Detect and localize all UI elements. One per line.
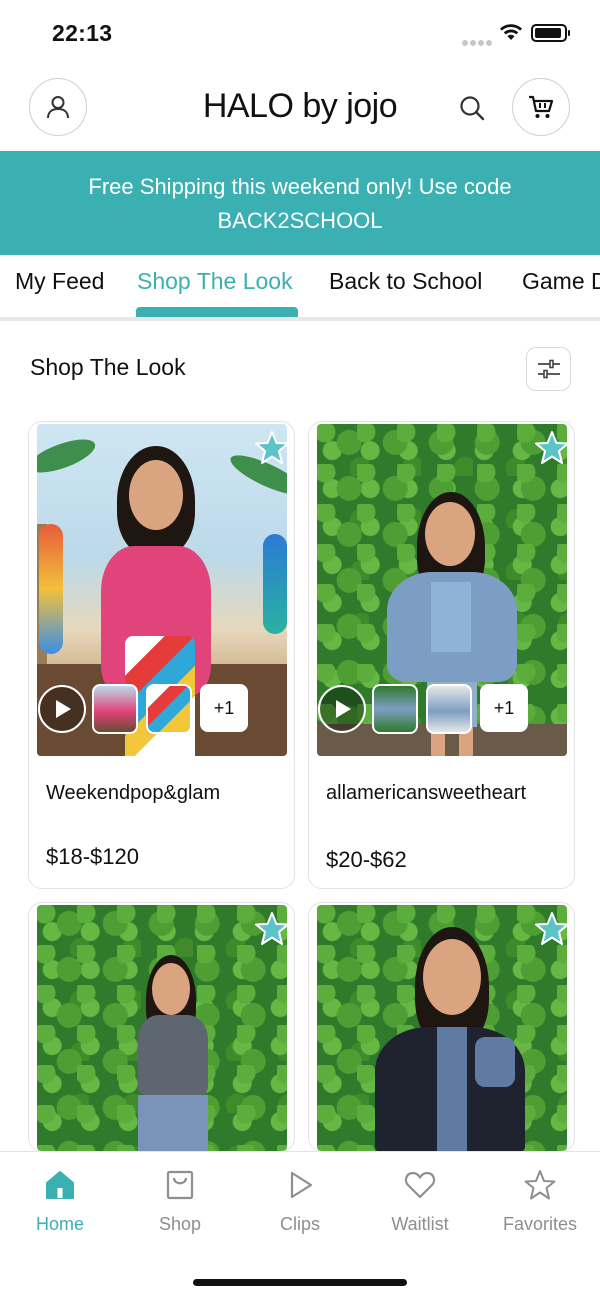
product-thumbnail[interactable] (92, 684, 138, 734)
promo-code: BACK2SCHOOL (217, 208, 383, 233)
cellular-signal-icon (462, 33, 494, 51)
play-icon (336, 700, 351, 718)
account-button[interactable] (29, 78, 87, 136)
tab-shop-the-look[interactable]: Shop The Look (137, 268, 293, 295)
bottom-navigation: Home Shop Clips Waitlist Favorites (0, 1151, 600, 1299)
product-thumbnail[interactable] (372, 684, 418, 734)
active-tab-indicator (136, 307, 298, 317)
nav-home[interactable]: Home (0, 1168, 120, 1235)
product-thumbnail[interactable] (146, 684, 192, 734)
home-icon (46, 1171, 74, 1199)
look-price: $20-$62 (326, 847, 407, 872)
app-title: HALO by jojo (202, 87, 398, 125)
nav-label: Clips (279, 1214, 320, 1234)
cart-icon (529, 95, 554, 118)
nav-label: Favorites (502, 1214, 578, 1234)
product-photo[interactable] (317, 905, 567, 1151)
section-title: Shop The Look (30, 354, 186, 380)
favorite-star-icon[interactable] (254, 430, 290, 466)
product-photo[interactable] (37, 905, 287, 1151)
favorite-star-icon[interactable] (254, 911, 290, 947)
look-price: $18-$120 (46, 844, 139, 869)
sliders-icon (537, 359, 560, 379)
shopping-bag-icon (166, 1170, 194, 1200)
category-tabs: My Feed Shop The Look Back to School Gam… (0, 255, 600, 321)
nav-label: Home (35, 1214, 84, 1234)
nav-label: Waitlist (391, 1214, 449, 1234)
play-video-button[interactable] (38, 685, 86, 733)
search-icon (460, 96, 485, 121)
model-figure (375, 927, 525, 1151)
tab-game-day[interactable]: Game D (522, 268, 600, 295)
nav-favorites[interactable]: Favorites (480, 1168, 600, 1235)
app-header: HALO by jojo (0, 78, 600, 138)
play-icon (56, 700, 71, 718)
user-icon (47, 96, 69, 119)
promo-banner[interactable]: Free Shipping this weekend only! Use cod… (0, 151, 600, 255)
promo-line-1: Free Shipping this weekend only! Use cod… (88, 174, 512, 199)
play-video-button[interactable] (318, 685, 366, 733)
cart-button[interactable] (512, 78, 570, 136)
look-name: Weekendpop&glam (46, 782, 221, 804)
status-time: 22:13 (52, 20, 113, 46)
product-card[interactable]: +1 allamericansweetheart $20-$62 (308, 421, 575, 889)
product-card[interactable] (28, 902, 295, 1152)
look-name: allamericansweetheart (326, 782, 527, 804)
home-indicator (193, 1279, 407, 1286)
more-items-badge[interactable]: +1 (200, 684, 248, 732)
tab-my-feed[interactable]: My Feed (15, 268, 104, 295)
product-thumbnail[interactable] (426, 684, 472, 734)
nav-waitlist[interactable]: Waitlist (360, 1168, 480, 1235)
filter-button[interactable] (526, 347, 571, 391)
wifi-icon (500, 24, 522, 40)
favorite-star-icon[interactable] (534, 911, 570, 947)
heart-icon (404, 1171, 436, 1199)
product-card[interactable]: +1 Weekendpop&glam $18-$120 (28, 421, 295, 889)
play-icon (290, 1171, 313, 1199)
nav-clips[interactable]: Clips (240, 1168, 360, 1235)
product-card[interactable] (308, 902, 575, 1152)
star-icon (524, 1170, 556, 1200)
model-figure (132, 955, 222, 1151)
nav-shop[interactable]: Shop (120, 1168, 240, 1235)
more-items-badge[interactable]: +1 (480, 684, 528, 732)
status-bar: 22:13 (0, 0, 600, 64)
search-button[interactable] (456, 92, 488, 124)
battery-icon (531, 24, 570, 42)
tab-back-to-school[interactable]: Back to School (329, 268, 482, 295)
favorite-star-icon[interactable] (534, 430, 570, 466)
nav-label: Shop (158, 1214, 202, 1234)
